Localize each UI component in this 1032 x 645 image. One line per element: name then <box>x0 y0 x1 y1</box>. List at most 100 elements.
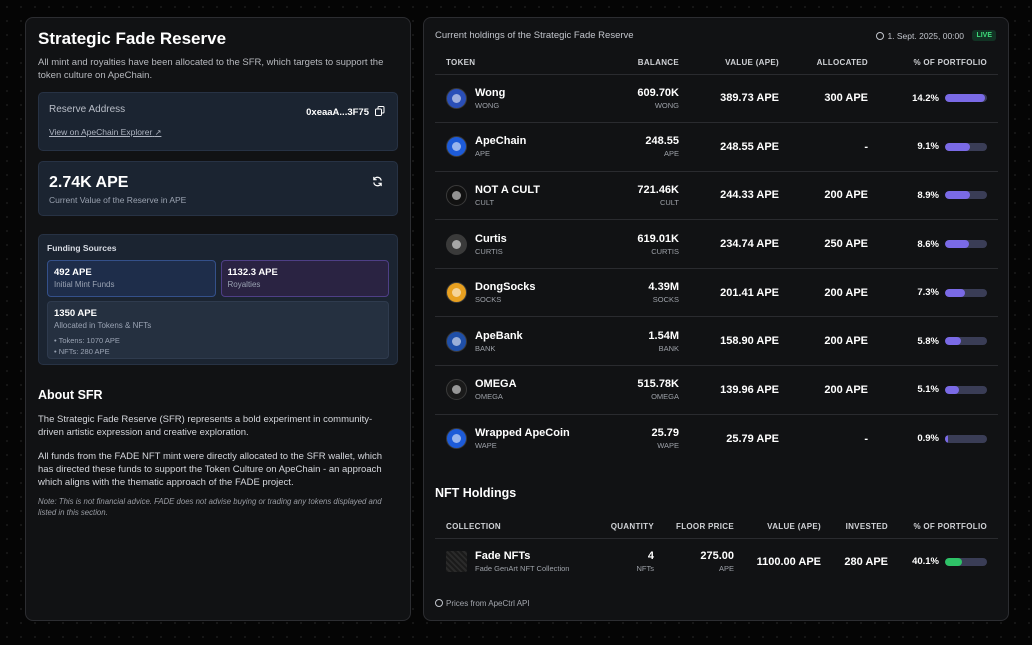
token-row[interactable]: Wong WONG 609.70K WONG 389.73 APE 300 AP… <box>435 73 998 123</box>
token-row[interactable]: ApeChain APE 248.55 APE 248.55 APE - 9.1… <box>435 122 998 172</box>
col-quantity: QUANTITY <box>610 522 654 532</box>
nft-holdings-table: COLLECTION QUANTITY FLOOR PRICE VALUE (A… <box>435 516 998 585</box>
collection-logo-icon <box>446 551 467 573</box>
nft-holdings-title: NFT Holdings <box>435 486 517 500</box>
portfolio-bar <box>945 385 987 394</box>
token-row[interactable]: NOT A CULT CULT 721.46K CULT 244.33 APE … <box>435 170 998 220</box>
token-value: 234.74 APE <box>679 219 779 269</box>
token-row[interactable]: Wrapped ApeCoin WAPE 25.79 WAPE 25.79 AP… <box>435 413 998 463</box>
token-balance: 619.01K <box>637 232 679 245</box>
balance-cell: 4.39M SOCKS <box>595 267 679 317</box>
portfolio-bar <box>945 337 987 346</box>
token-logo-icon <box>446 184 467 206</box>
token-symbol: BANK <box>475 343 496 353</box>
balance-cell: 25.79 WAPE <box>595 413 679 463</box>
explorer-link-label: View on ApeChain Explorer <box>49 127 153 137</box>
token-pct: 8.9% <box>917 189 939 201</box>
portfolio-cell: 0.9% <box>868 413 998 463</box>
about-paragraph-2: All funds from the FADE NFT mint were di… <box>38 451 383 488</box>
portfolio-cell: 14.2% <box>868 73 998 123</box>
col-balance: BALANCE <box>637 58 679 68</box>
token-allocated: - <box>779 413 868 463</box>
token-symbol: CULT <box>475 197 495 207</box>
reserve-value: 2.74K APE <box>49 174 129 191</box>
portfolio-cell: 9.1% <box>868 122 998 172</box>
mint-funds-label: Initial Mint Funds <box>54 280 115 289</box>
token-symbol: WAPE <box>475 441 497 451</box>
token-row[interactable]: DongSocks SOCKS 4.39M SOCKS 201.41 APE 2… <box>435 267 998 317</box>
token-allocated: 200 APE <box>779 365 868 415</box>
token-balance: 4.39M <box>648 281 679 294</box>
reserve-info-panel: Strategic Fade Reserve All mint and roya… <box>25 17 411 621</box>
prices-source-text: Prices from ApeCtrl API <box>446 599 530 608</box>
token-row[interactable]: Curtis CURTIS 619.01K CURTIS 234.74 APE … <box>435 219 998 269</box>
token-balance-symbol: SOCKS <box>652 295 679 305</box>
disclaimer-note: Note: This is not financial advice. FADE… <box>38 497 382 517</box>
nft-row[interactable]: Fade NFTs Fade GenArt NFT Collection 4 N… <box>435 537 998 585</box>
token-value: 158.90 APE <box>679 316 779 366</box>
portfolio-bar <box>945 288 987 297</box>
token-value: 248.55 APE <box>679 122 779 172</box>
col-portfolio: % OF PORTFOLIO <box>913 58 987 68</box>
about-paragraph-1: The Strategic Fade Reserve (SFR) represe… <box>38 414 373 438</box>
token-row[interactable]: OMEGA OMEGA 515.78K OMEGA 139.96 APE 200… <box>435 365 998 415</box>
token-balance-symbol: OMEGA <box>651 392 679 402</box>
token-cell: ApeBank BANK <box>435 316 595 366</box>
nft-floor: 275.00 <box>700 550 734 563</box>
explorer-link[interactable]: View on ApeChain Explorer ↗ <box>49 127 387 137</box>
collection-desc: Fade GenArt NFT Collection <box>475 564 570 574</box>
balance-cell: 248.55 APE <box>595 122 679 172</box>
token-name: NOT A CULT <box>475 183 540 196</box>
token-allocated: 200 APE <box>779 267 868 317</box>
token-balance-symbol: WAPE <box>657 441 679 451</box>
token-allocated: 250 APE <box>779 219 868 269</box>
col-invested: INVESTED <box>845 522 888 532</box>
last-updated: 1. Sept. 2025, 00:00 <box>876 31 964 41</box>
holdings-panel: Current holdings of the Strategic Fade R… <box>423 17 1009 621</box>
refresh-icon[interactable] <box>372 176 383 187</box>
allocated-value: 1350 APE <box>54 308 97 319</box>
holdings-heading: Current holdings of the Strategic Fade R… <box>435 30 634 41</box>
token-logo-icon <box>446 282 467 304</box>
token-name: Wong <box>475 86 506 99</box>
portfolio-cell: 8.9% <box>868 170 998 220</box>
token-pct: 7.3% <box>917 287 939 299</box>
token-table-header: TOKEN BALANCE VALUE (APE) ALLOCATED % OF… <box>435 52 998 74</box>
token-logo-icon <box>446 87 467 109</box>
token-balance: 248.55 <box>645 135 679 148</box>
token-value: 201.41 APE <box>679 267 779 317</box>
info-clock-icon <box>435 599 443 607</box>
token-pct: 9.1% <box>917 141 939 153</box>
col-allocated: ALLOCATED <box>816 58 868 68</box>
token-symbol: SOCKS <box>475 295 502 305</box>
token-balance: 721.46K <box>637 183 679 196</box>
token-balance-symbol: CURTIS <box>651 246 679 256</box>
token-row[interactable]: ApeBank BANK 1.54M BANK 158.90 APE 200 A… <box>435 316 998 366</box>
token-value: 244.33 APE <box>679 170 779 220</box>
token-symbol: OMEGA <box>475 392 503 402</box>
token-pct: 14.2% <box>912 92 939 104</box>
col-value: VALUE (APE) <box>725 58 779 68</box>
token-cell: Wong WONG <box>435 73 595 123</box>
token-name: OMEGA <box>475 378 517 391</box>
funding-sources-title: Funding Sources <box>47 243 117 253</box>
token-balance-symbol: WONG <box>654 100 679 110</box>
balance-cell: 609.70K WONG <box>595 73 679 123</box>
mint-funds-value: 492 APE <box>54 267 92 278</box>
token-balance: 609.70K <box>637 86 679 99</box>
external-link-icon: ↗ <box>154 128 162 137</box>
portfolio-bar <box>945 94 987 103</box>
portfolio-bar <box>945 434 987 443</box>
col-nft-value: VALUE (APE) <box>767 522 821 532</box>
portfolio-cell: 8.6% <box>868 219 998 269</box>
token-pct: 5.1% <box>917 384 939 396</box>
token-cell: NOT A CULT CULT <box>435 170 595 220</box>
copy-icon[interactable] <box>375 106 385 116</box>
portfolio-bar <box>945 191 987 200</box>
allocated-tokens-line: • Tokens: 1070 APE <box>54 336 120 345</box>
token-logo-icon <box>446 136 467 158</box>
portfolio-cell: 7.3% <box>868 267 998 317</box>
token-pct: 0.9% <box>917 433 939 445</box>
allocated-label: Allocated in Tokens & NFTs <box>54 321 152 330</box>
balance-cell: 721.46K CULT <box>595 170 679 220</box>
